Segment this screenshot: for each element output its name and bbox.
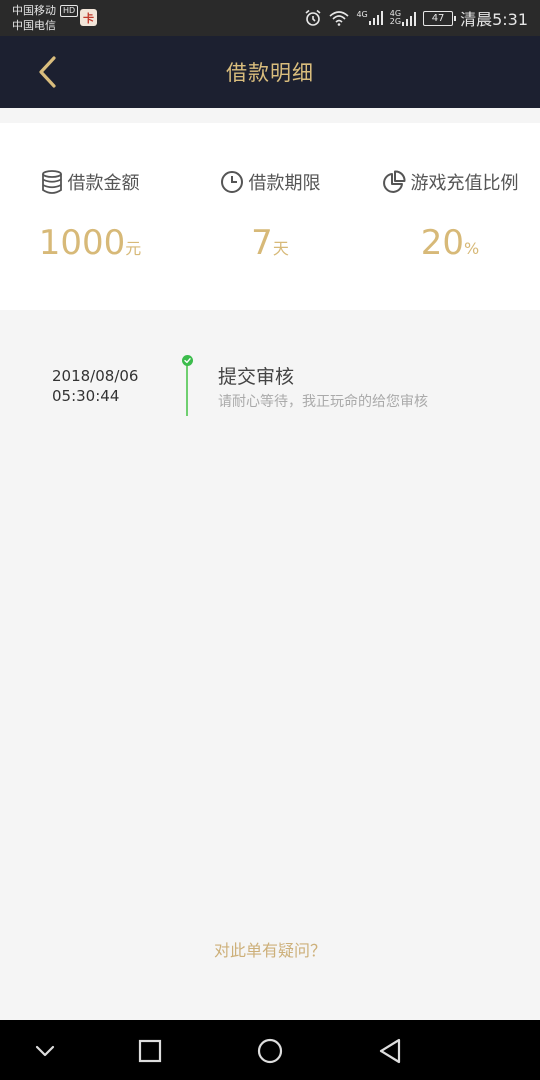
- timeline-line: [186, 362, 188, 416]
- timeline-step-subtitle: 请耐心等待，我正玩命的给您审核: [218, 394, 428, 410]
- battery-level: 47: [431, 12, 445, 24]
- carrier-1: 中国移动: [12, 4, 56, 17]
- network-2g-label: 2G: [389, 17, 402, 26]
- clock-icon: [220, 171, 243, 193]
- loan-term-value: 7: [251, 223, 273, 263]
- square-icon: [138, 1039, 162, 1063]
- wifi-icon: [329, 11, 349, 26]
- question-link[interactable]: 对此单有疑问？: [0, 937, 540, 961]
- recharge-ratio-label: 游戏充值比例: [410, 173, 519, 194]
- loan-amount-label: 借款金额: [67, 173, 140, 194]
- circle-icon: [257, 1038, 283, 1064]
- app-header: 借款明细: [0, 36, 540, 108]
- loan-amount-stat: 借款金额 1000元: [0, 123, 180, 310]
- check-icon: [182, 355, 193, 366]
- loan-amount-unit: 元: [125, 239, 142, 258]
- clock-time: 清晨5:31: [460, 10, 528, 29]
- timeline-timestamp: 2018/08/06 05:30:44: [52, 366, 138, 406]
- timeline-date: 2018/08/06: [52, 367, 139, 385]
- chevron-left-icon: [39, 56, 56, 88]
- review-timeline: 2018/08/06 05:30:44 提交审核 请耐心等待，我正玩命的给您审核: [0, 350, 540, 430]
- pie-chart-icon: [382, 170, 405, 193]
- timeline-time: 05:30:44: [52, 387, 120, 405]
- carrier-2: 中国电信: [12, 19, 56, 32]
- status-bar: 中国移动 HD 中国电信 卡 4G 4G 2G 47 清晨5:31: [0, 0, 540, 36]
- back-button[interactable]: [30, 54, 66, 90]
- recharge-ratio-unit: %: [464, 239, 480, 258]
- alarm-icon: [305, 9, 321, 26]
- recharge-ratio-value: 20: [420, 223, 465, 263]
- loan-amount-value: 1000: [38, 223, 126, 263]
- loan-term-unit: 天: [272, 239, 289, 258]
- triangle-back-icon: [379, 1038, 401, 1064]
- hide-keyboard-button[interactable]: [30, 1036, 60, 1066]
- wifi-group: [329, 10, 349, 26]
- loan-term-stat: 借款期限 7天: [180, 123, 360, 310]
- app-notification-icon: 卡: [80, 9, 97, 26]
- recharge-ratio-stat: 游戏充值比例 20%: [360, 123, 540, 310]
- status-icons: 4G 4G 2G 47 清晨5:31: [304, 0, 528, 36]
- signal-2: 4G 2G: [389, 10, 417, 26]
- coin-stack-icon: [41, 170, 62, 194]
- home-button[interactable]: [255, 1036, 285, 1066]
- system-nav-bar: [0, 1020, 540, 1080]
- battery-icon: 47: [423, 10, 457, 26]
- page-title: 借款明细: [226, 61, 314, 85]
- chevron-down-icon: [35, 1045, 55, 1057]
- hd-badge: HD: [60, 4, 79, 17]
- timeline-step-title: 提交审核: [218, 366, 295, 388]
- signal-bars-icon: [368, 11, 383, 25]
- signal-1: 4G: [356, 10, 383, 25]
- back-nav-button[interactable]: [375, 1036, 405, 1066]
- signal-bars-icon: [402, 12, 417, 26]
- screen: 中国移动 HD 中国电信 卡 4G 4G 2G 47 清晨5:31 借款明细 借…: [0, 0, 540, 1080]
- carrier-info: 中国移动 HD 中国电信: [12, 3, 79, 33]
- recents-button[interactable]: [135, 1036, 165, 1066]
- loan-term-label: 借款期限: [248, 173, 321, 194]
- network-4g-label: 4G: [356, 10, 368, 19]
- loan-summary-card: 借款金额 1000元 借款期限 7天 游戏充值比例 20%: [0, 123, 540, 310]
